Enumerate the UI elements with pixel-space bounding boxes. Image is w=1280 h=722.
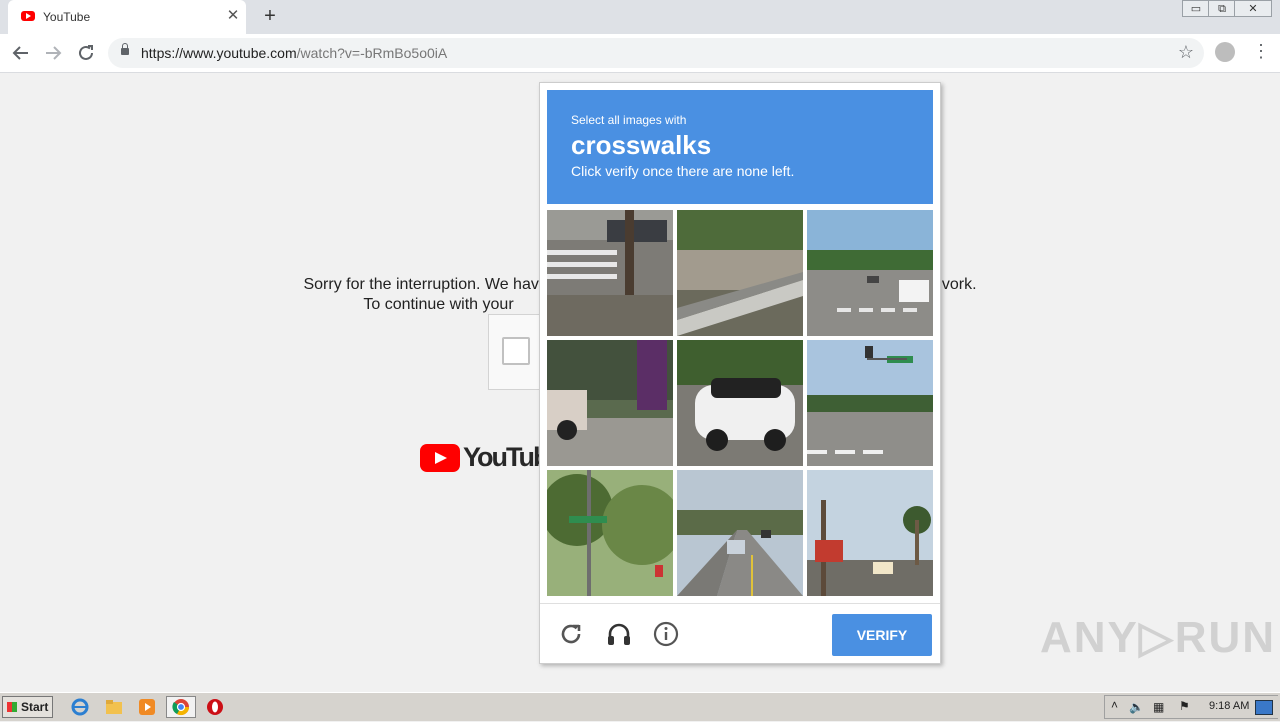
show-desktop-icon[interactable] bbox=[1255, 700, 1273, 715]
back-arrow-icon[interactable] bbox=[10, 42, 32, 64]
reload-icon[interactable] bbox=[557, 620, 585, 648]
lock-icon bbox=[121, 43, 129, 55]
close-tab-icon[interactable]: ✕ bbox=[224, 7, 242, 25]
minimize-window-button[interactable]: ▭ bbox=[1182, 0, 1210, 17]
image-tile-8[interactable] bbox=[677, 470, 803, 596]
challenge-footer: VERIFY bbox=[540, 603, 940, 664]
volume-icon[interactable]: 🔈 bbox=[1129, 700, 1144, 714]
browser-toolbar: https://www.youtube.com/watch?v=-bRmBo5o… bbox=[0, 34, 1280, 73]
image-tile-4[interactable] bbox=[547, 340, 673, 466]
forward-arrow-icon[interactable] bbox=[42, 42, 64, 64]
file-explorer-icon[interactable] bbox=[104, 697, 124, 717]
image-tile-2[interactable] bbox=[677, 210, 803, 336]
image-tile-7[interactable] bbox=[547, 470, 673, 596]
chrome-taskbar-icon[interactable] bbox=[166, 696, 196, 718]
image-tile-3[interactable] bbox=[807, 210, 933, 336]
show-hidden-icon[interactable]: ˄ bbox=[1111, 698, 1118, 712]
browser-tab-youtube[interactable]: YouTube ✕ bbox=[8, 0, 246, 34]
opera-icon[interactable] bbox=[205, 697, 225, 717]
challenge-header: Select all images with crosswalks Click … bbox=[547, 90, 933, 204]
taskbar-clock: 9:18 AM bbox=[1209, 700, 1250, 712]
image-grid bbox=[547, 210, 933, 596]
action-center-flag-icon[interactable]: ⚑ bbox=[1179, 699, 1190, 713]
url-text[interactable]: https://www.youtube.com/watch?v=-bRmBo5o… bbox=[141, 45, 447, 61]
image-tile-1[interactable] bbox=[547, 210, 673, 336]
youtube-favicon-icon bbox=[21, 11, 35, 21]
challenge-instruction: Select all images with bbox=[571, 113, 687, 127]
image-tile-9[interactable] bbox=[807, 470, 933, 596]
new-tab-button[interactable]: + bbox=[261, 5, 279, 28]
start-button[interactable]: Start bbox=[2, 696, 53, 718]
recaptcha-challenge: Select all images with crosswalks Click … bbox=[539, 82, 941, 664]
youtube-play-icon bbox=[420, 444, 460, 472]
verify-button[interactable]: VERIFY bbox=[832, 614, 932, 656]
reload-page-icon[interactable] bbox=[75, 42, 97, 64]
browser-menu-icon[interactable]: ⋮ bbox=[1252, 41, 1270, 62]
bookmark-star-icon[interactable]: ☆ bbox=[1178, 42, 1194, 63]
close-window-button[interactable]: ✕ bbox=[1234, 0, 1272, 17]
challenge-subinstruction: Click verify once there are none left. bbox=[571, 163, 795, 179]
info-icon[interactable] bbox=[652, 620, 680, 648]
taskbar: Start ˄ 🔈 ▦ ⚑ bbox=[0, 692, 1280, 721]
profile-avatar-icon[interactable] bbox=[1215, 42, 1235, 62]
restore-window-button[interactable]: ⧉ bbox=[1208, 0, 1236, 17]
address-bar[interactable]: https://www.youtube.com/watch?v=-bRmBo5o… bbox=[108, 38, 1204, 68]
recaptcha-checkbox[interactable] bbox=[502, 337, 530, 365]
media-player-icon[interactable] bbox=[137, 697, 157, 717]
anyrun-watermark: ANY▷RUN bbox=[1040, 613, 1277, 662]
image-tile-6[interactable] bbox=[807, 340, 933, 466]
network-icon[interactable]: ▦ bbox=[1153, 700, 1164, 714]
system-tray: ˄ 🔈 ▦ ⚑ bbox=[1104, 695, 1278, 719]
challenge-keyword: crosswalks bbox=[571, 130, 712, 160]
tab-title: YouTube bbox=[43, 10, 91, 24]
internet-explorer-icon[interactable] bbox=[70, 697, 90, 717]
audio-icon[interactable] bbox=[605, 620, 633, 648]
windows-logo-icon bbox=[7, 702, 17, 712]
tab-strip: YouTube ✕ + ▭ ⧉ ✕ bbox=[0, 0, 1280, 34]
image-tile-5[interactable] bbox=[677, 340, 803, 466]
